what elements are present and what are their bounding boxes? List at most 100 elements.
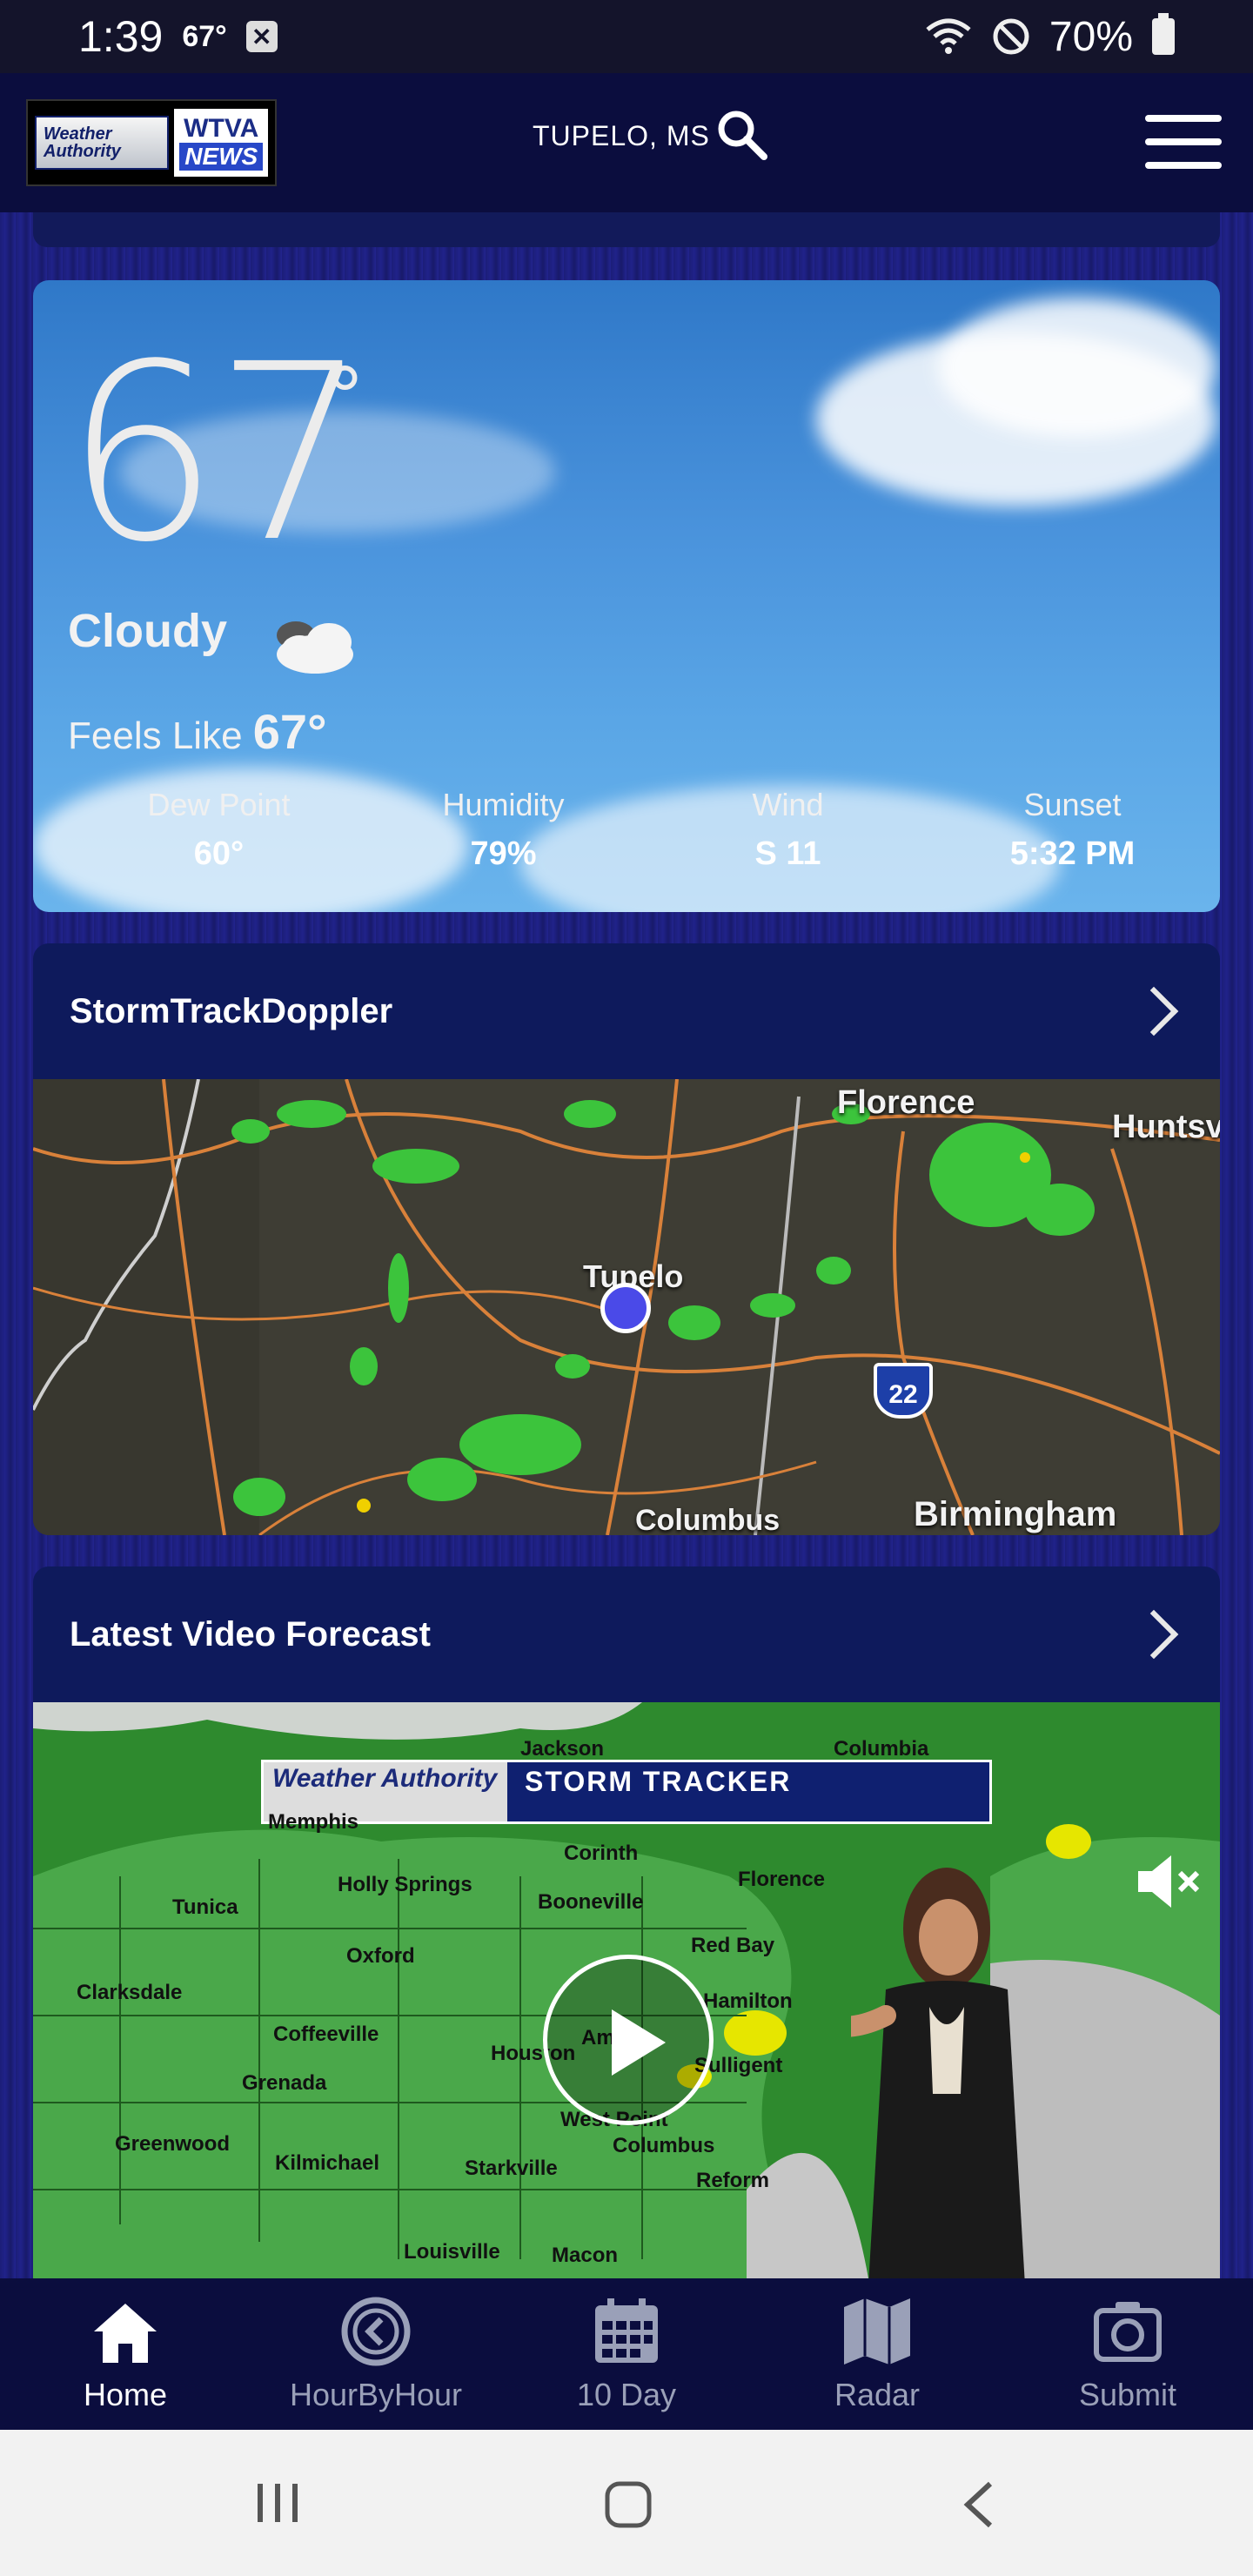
stat-value: 60°: [193, 835, 245, 872]
stat-label: Dew Point: [147, 787, 291, 822]
radar-section-header[interactable]: StormTrackDoppler: [33, 943, 1220, 1079]
nav-label: Submit: [1078, 2377, 1177, 2412]
town-label: Macon: [552, 2244, 619, 2267]
calendar-icon: [595, 2298, 658, 2363]
clock-back-icon: [341, 2297, 411, 2366]
camera-icon: [1094, 2302, 1162, 2362]
nav-label: 10 Day: [576, 2377, 677, 2412]
nav-label: Home: [83, 2377, 168, 2412]
map-label-columbus: Columbus: [635, 1504, 781, 1535]
town-label: Jackson: [520, 1737, 605, 1761]
app-logo[interactable]: Weather Authority WTVA NEWS: [26, 99, 277, 186]
chevron-right-icon: [1129, 986, 1179, 1036]
sky-cloud: [938, 298, 1216, 437]
search-icon[interactable]: [715, 108, 769, 162]
do-not-disturb-icon: [993, 18, 1029, 55]
storm-tracker-banner: Weather Authority STORM TRACKER: [261, 1760, 992, 1824]
previous-card-edge: [33, 212, 1220, 247]
town-label: Red Bay: [691, 1934, 775, 1957]
town-label: Tunica: [172, 1895, 238, 1919]
stat-wind: Wind S 11: [646, 787, 930, 873]
nav-radar[interactable]: Radar: [752, 2278, 1002, 2430]
current-location-dot: [600, 1283, 651, 1333]
stat-dew-point: Dew Point 60°: [77, 787, 361, 873]
banner-title: STORM TRACKER: [525, 1766, 792, 1797]
logo-news: NEWS: [179, 143, 264, 171]
logo-weather-authority: Weather Authority: [35, 116, 170, 170]
logo-wtva-news: WTVA NEWS: [174, 109, 268, 177]
interstate-shield: 22: [874, 1363, 933, 1419]
video-section-title: Latest Video Forecast: [70, 1614, 431, 1654]
conditions-stats: Dew Point 60° Humidity 79% Wind S 11 Sun…: [33, 787, 1220, 873]
system-navigation-bar: [0, 2430, 1253, 2576]
map-icon: [844, 2298, 910, 2365]
logo-wtva: WTVA: [184, 114, 259, 143]
town-label: Oxford: [346, 1944, 415, 1968]
status-time: 1:39: [78, 12, 164, 61]
town-label: Hamilton: [703, 1989, 793, 2013]
town-label: Clarksdale: [77, 1981, 183, 2004]
chevron-right-icon: [1129, 1609, 1179, 1660]
nav-submit[interactable]: Submit: [1002, 2278, 1253, 2430]
status-bar: 1:39 67° ✕ 70%: [0, 0, 1253, 73]
degree-symbol: °: [325, 352, 365, 443]
feels-like: Feels Like 67°: [68, 703, 326, 760]
stat-value: 5:32 PM: [1009, 835, 1136, 872]
video-player[interactable]: Weather Authority STORM TRACKER Jackson …: [33, 1702, 1220, 2278]
nav-label: HourByHour: [289, 2377, 463, 2412]
radar-map[interactable]: Florence Huntsv Tupelo Columbus Birmingh…: [33, 1079, 1220, 1535]
stat-label: Sunset: [1023, 787, 1122, 822]
mute-icon[interactable]: [1133, 1847, 1203, 1916]
stat-value: 79%: [470, 835, 537, 872]
stat-sunset: Sunset 5:32 PM: [930, 787, 1215, 873]
app-header: Weather Authority WTVA NEWS TUPELO, MS: [0, 73, 1253, 212]
town-label: Columbus: [613, 2134, 715, 2157]
stat-label: Humidity: [442, 787, 565, 822]
nav-hour-by-hour[interactable]: HourByHour: [251, 2278, 501, 2430]
cloudy-icon: [277, 621, 353, 674]
nav-home[interactable]: Home: [0, 2278, 251, 2430]
home-system-icon[interactable]: [602, 2479, 654, 2531]
town-label: Coffeeville: [273, 2023, 379, 2046]
current-temperature: 67: [64, 312, 369, 596]
town-label: Florence: [738, 1868, 826, 1891]
town-label: Starkville: [465, 2157, 558, 2180]
town-label: Greenwood: [115, 2132, 231, 2156]
location-label[interactable]: TUPELO, MS: [533, 120, 710, 152]
nav-label: Radar: [834, 2377, 921, 2412]
town-label: Holly Springs: [338, 1873, 472, 1896]
battery-percent: 70%: [1049, 13, 1133, 60]
stat-humidity: Humidity 79%: [361, 787, 646, 873]
current-conditions-card[interactable]: 67 ° Cloudy Feels Like 67° Dew Point 60°…: [33, 280, 1220, 912]
town-label: Grenada: [242, 2071, 327, 2095]
town-label: Memphis: [268, 1810, 359, 1834]
town-label: Booneville: [538, 1890, 644, 1914]
map-label-huntsville: Huntsv: [1112, 1109, 1220, 1145]
feels-like-value: 67°: [252, 704, 327, 759]
back-icon[interactable]: [957, 2479, 1001, 2531]
map-label-florence: Florence: [837, 1084, 975, 1121]
town-label: Columbia: [834, 1737, 929, 1761]
stat-value: S 11: [754, 835, 821, 872]
notification-icon: ✕: [245, 21, 278, 52]
status-temp: 67°: [182, 19, 227, 53]
town-label: Corinth: [564, 1841, 639, 1865]
hamburger-menu-icon[interactable]: [1145, 115, 1222, 169]
town-label: Reform: [696, 2169, 770, 2192]
play-button[interactable]: [543, 1955, 714, 2125]
wifi-icon: [926, 18, 971, 54]
feels-like-label: Feels Like: [68, 714, 243, 757]
condition-text: Cloudy: [68, 605, 227, 657]
recent-apps-icon[interactable]: [252, 2479, 305, 2527]
video-section-header[interactable]: Latest Video Forecast: [33, 1566, 1220, 1702]
radar-section-title: StormTrackDoppler: [70, 991, 393, 1030]
town-label: Kilmichael: [275, 2151, 380, 2175]
map-label-birmingham: Birmingham: [914, 1495, 1117, 1533]
battery-icon: [1152, 13, 1175, 55]
presenter-figure: [851, 1868, 1025, 2278]
town-label: Louisville: [404, 2240, 500, 2264]
stat-label: Wind: [752, 787, 824, 822]
bottom-navigation: Home HourByHour 10 Day Radar Submit: [0, 2278, 1253, 2430]
home-icon: [94, 2304, 157, 2363]
nav-10-day[interactable]: 10 Day: [501, 2278, 752, 2430]
